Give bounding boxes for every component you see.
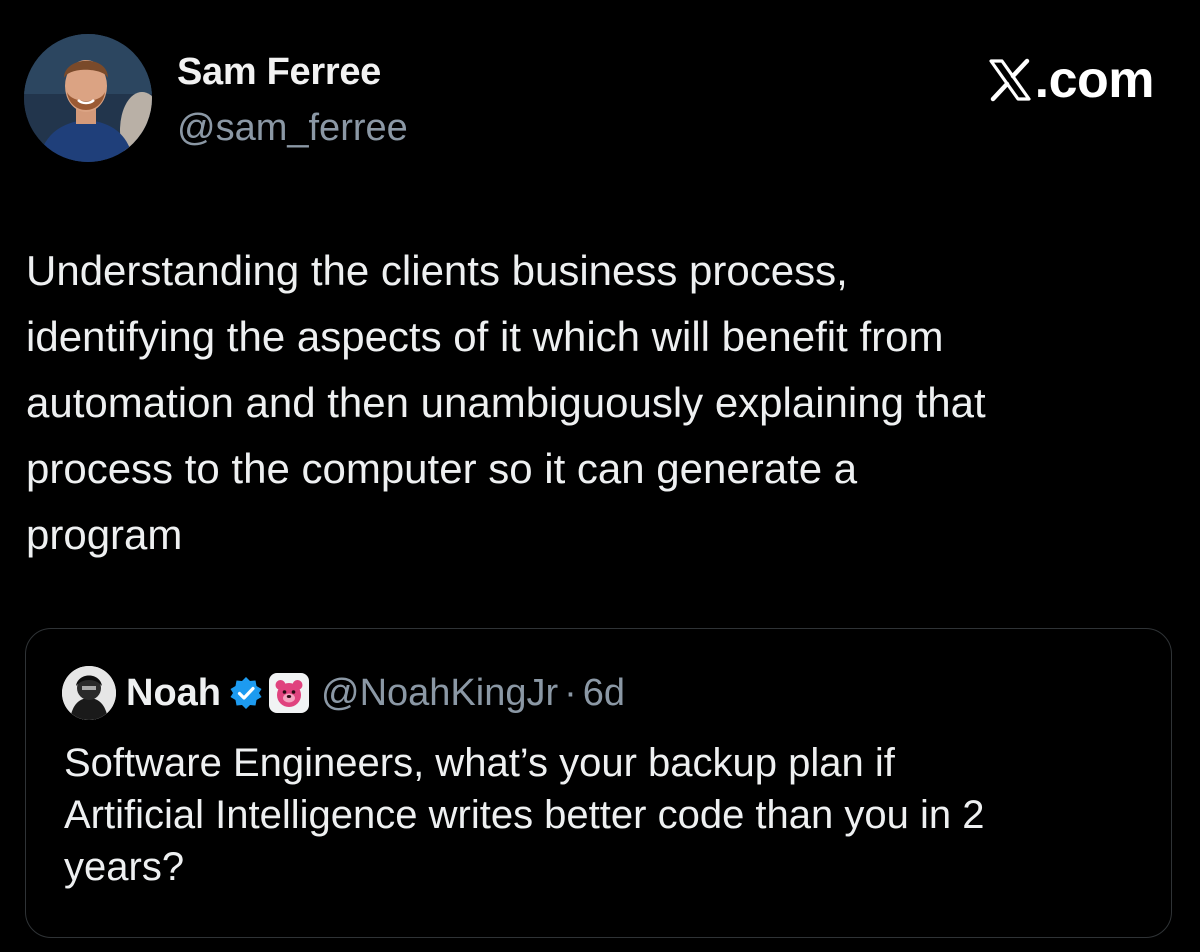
meta-separator: · (564, 672, 577, 714)
quoted-tweet-header: Noah @NoahKingJr · 6d (62, 666, 625, 720)
quoted-tweet[interactable]: Noah @NoahKingJr · 6d Software Engineers… (25, 628, 1172, 938)
bear-affiliate-icon (275, 680, 303, 707)
brand-mark: .com (987, 50, 1155, 110)
avatar-photo-icon (62, 666, 116, 720)
author-avatar[interactable] (24, 34, 152, 162)
quoted-author-handle[interactable]: @NoahKingJr (321, 671, 558, 715)
brand-domain: .com (1034, 51, 1155, 109)
avatar-photo-icon (24, 34, 152, 162)
x-logo-icon (989, 58, 1031, 102)
quoted-author-avatar[interactable] (62, 666, 116, 720)
affiliate-badge[interactable] (269, 673, 309, 713)
quoted-tweet-timestamp[interactable]: 6d (583, 671, 625, 715)
quoted-author-name[interactable]: Noah (126, 671, 221, 715)
author-name[interactable]: Sam Ferree (177, 50, 381, 94)
verified-badge-icon (230, 677, 262, 709)
quoted-tweet-text: Software Engineers, what’s your backup p… (64, 741, 985, 889)
author-handle[interactable]: @sam_ferree (177, 106, 408, 150)
tweet-card: Sam Ferree @sam_ferree .com Understandin… (0, 0, 1200, 952)
tweet-text: Understanding the clients business proce… (26, 247, 986, 558)
